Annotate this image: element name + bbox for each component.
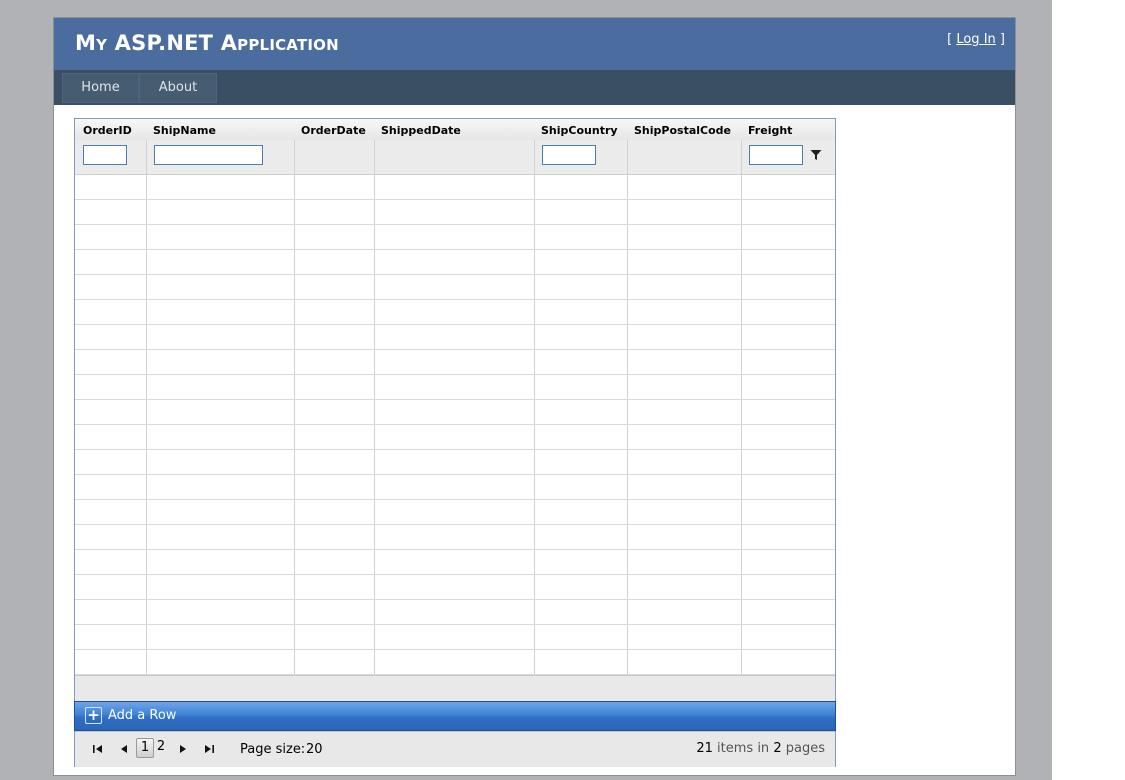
table-row-line — [75, 624, 835, 625]
column-divider — [374, 140, 375, 675]
column-header-shippostalcode[interactable]: ShipPostalCode — [634, 119, 731, 139]
menu-item-home[interactable]: Home — [62, 73, 139, 103]
column-divider — [741, 140, 742, 675]
shipname-filter-input[interactable] — [154, 145, 263, 165]
orders-grid: OrderID ShipName OrderDate ShippedDate S… — [74, 118, 836, 767]
table-row-line — [75, 374, 835, 375]
pager-info: 21 items in 2 pages — [696, 741, 825, 756]
total-pages: 2 — [773, 741, 782, 756]
total-items: 21 — [696, 741, 713, 756]
column-divider — [146, 140, 147, 675]
table-row-line — [75, 349, 835, 350]
site-header: My ASP.NET Application [ Log In ] — [54, 18, 1015, 70]
main-content: OrderID ShipName OrderDate ShippedDate S… — [54, 105, 1015, 775]
table-row-line — [75, 574, 835, 575]
login-bracket-close: ] — [995, 32, 1005, 47]
table-row-line — [75, 424, 835, 425]
filter-icon[interactable] — [810, 149, 822, 161]
table-row-line — [75, 499, 835, 500]
table-row-line — [75, 299, 835, 300]
pages-label: pages — [785, 741, 825, 756]
first-page-icon[interactable] — [91, 742, 105, 756]
app-title: My ASP.NET Application — [75, 31, 339, 55]
page-size-label: Page size: — [240, 742, 306, 757]
login-link[interactable]: Log In — [956, 32, 995, 47]
column-header-shipcountry[interactable]: ShipCountry — [541, 119, 618, 139]
table-row-line — [75, 274, 835, 275]
table-row-line — [75, 399, 835, 400]
column-header-freight[interactable]: Freight — [748, 119, 792, 139]
grid-pager: 1 2 Page size: 20 21 items in 2 pages — [75, 731, 835, 767]
column-divider — [627, 140, 628, 675]
grid-footer-row — [75, 675, 835, 702]
page-size-value[interactable]: 20 — [306, 742, 323, 757]
table-row-line — [75, 249, 835, 250]
table-row-line — [75, 199, 835, 200]
page-number[interactable]: 2 — [155, 738, 167, 756]
login-area: [ Log In ] — [947, 32, 1005, 47]
menu-item-about[interactable]: About — [139, 73, 217, 103]
orderid-filter-input[interactable] — [83, 145, 127, 165]
column-header-orderdate[interactable]: OrderDate — [301, 119, 366, 139]
nav-menu: Home About — [54, 70, 1015, 105]
add-row-button[interactable]: + Add a Row — [74, 701, 836, 731]
page-number-current[interactable]: 1 — [136, 738, 154, 758]
last-page-icon[interactable] — [202, 742, 216, 756]
column-header-orderid[interactable]: OrderID — [83, 119, 132, 139]
shipcountry-filter-input[interactable] — [542, 145, 596, 165]
page-container: My ASP.NET Application [ Log In ] Home A… — [53, 17, 1016, 776]
table-row-line — [75, 474, 835, 475]
column-divider — [534, 140, 535, 675]
table-row-line — [75, 649, 835, 650]
login-bracket-open: [ — [947, 32, 957, 47]
table-row-line — [75, 549, 835, 550]
table-row-line — [75, 524, 835, 525]
items-label: items in — [717, 741, 770, 756]
grid-header-row: OrderID ShipName OrderDate ShippedDate S… — [75, 119, 835, 141]
table-row-line — [75, 599, 835, 600]
next-page-icon[interactable] — [176, 742, 190, 756]
plus-icon: + — [85, 707, 102, 724]
column-header-shipname[interactable]: ShipName — [153, 119, 216, 139]
add-row-label: Add a Row — [108, 708, 177, 723]
column-header-shippeddate[interactable]: ShippedDate — [381, 119, 461, 139]
grid-filter-row — [75, 140, 835, 175]
previous-page-icon[interactable] — [117, 742, 131, 756]
table-row-line — [75, 224, 835, 225]
freight-filter-input[interactable] — [749, 145, 803, 165]
table-row-line — [75, 324, 835, 325]
column-divider — [294, 140, 295, 675]
table-row-line — [75, 449, 835, 450]
